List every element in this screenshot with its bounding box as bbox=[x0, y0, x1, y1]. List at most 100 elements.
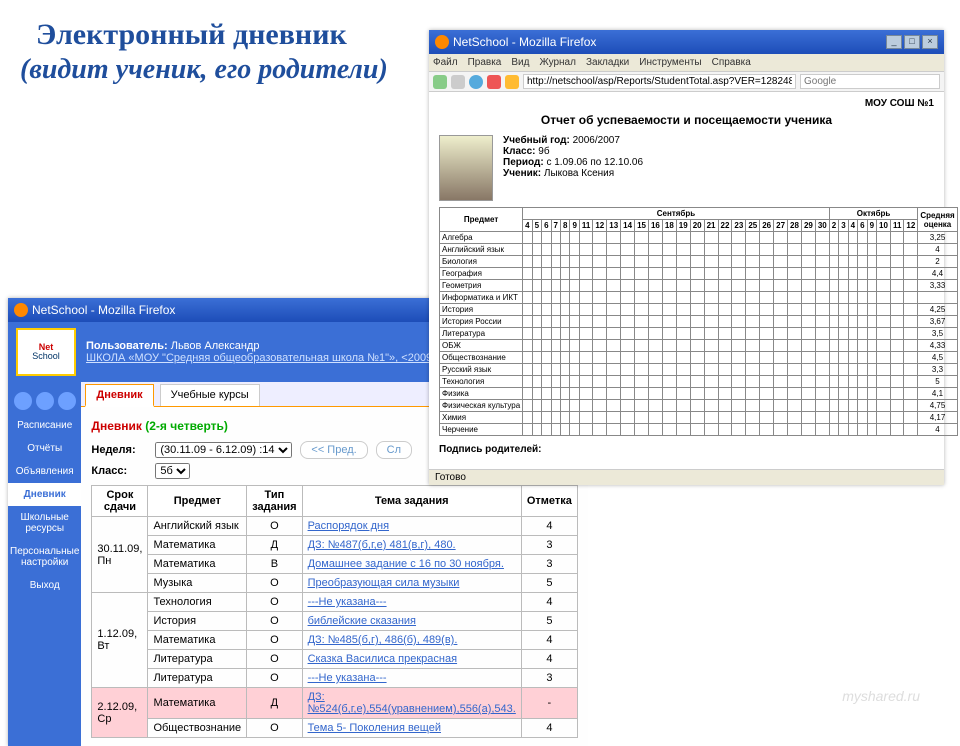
grade-cell bbox=[815, 340, 829, 352]
grade-cell bbox=[662, 412, 676, 424]
mark-cell: 3 bbox=[521, 669, 577, 688]
grade-cell bbox=[676, 352, 690, 364]
topic-link[interactable]: Распорядок дня bbox=[302, 517, 521, 536]
grade-cell bbox=[890, 340, 903, 352]
grade-cell bbox=[704, 388, 718, 400]
grade-cell bbox=[621, 292, 635, 304]
grade-cell bbox=[579, 304, 592, 316]
menu-item[interactable]: Журнал bbox=[539, 57, 576, 68]
menu-item[interactable]: Файл bbox=[433, 57, 458, 68]
menu-item[interactable]: Закладки bbox=[586, 57, 629, 68]
mail-icon[interactable] bbox=[14, 392, 32, 410]
user-info: Пользователь: Львов Александр ШКОЛА «МОУ… bbox=[86, 340, 466, 364]
grade-cell bbox=[635, 304, 649, 316]
stop-icon[interactable] bbox=[487, 75, 501, 89]
topic-link[interactable]: Сказка Василиса прекрасная bbox=[302, 650, 521, 669]
tab-courses[interactable]: Учебные курсы bbox=[160, 384, 260, 406]
grade-cell bbox=[570, 292, 579, 304]
slide-title: Электронный дневник bbox=[36, 18, 347, 52]
grade-cell bbox=[801, 280, 815, 292]
grade-cell bbox=[829, 388, 838, 400]
menu-item[interactable]: Вид bbox=[511, 57, 529, 68]
sidebar-item[interactable]: Расписание bbox=[8, 414, 81, 437]
sidebar-item[interactable]: Персональные настройки bbox=[8, 540, 81, 574]
grade-cell bbox=[676, 268, 690, 280]
grade-cell bbox=[635, 364, 649, 376]
minimize-button[interactable]: _ bbox=[886, 35, 902, 49]
topic-link[interactable]: ДЗ: №487(б,г,е) 481(в,г), 480. bbox=[302, 536, 521, 555]
grade-cell bbox=[760, 328, 774, 340]
grade-cell bbox=[877, 316, 891, 328]
topic-link[interactable]: ДЗ: №524(б,г,е),554(уравнением),556(а),5… bbox=[302, 688, 521, 719]
grade-cell bbox=[560, 376, 569, 388]
grade-cell bbox=[839, 244, 848, 256]
grade-cell bbox=[815, 400, 829, 412]
grade-cell bbox=[746, 352, 760, 364]
week-select[interactable]: (30.11.09 - 6.12.09) :14 bbox=[155, 442, 292, 458]
col-header: Отметка bbox=[521, 486, 577, 517]
grade-cell bbox=[570, 400, 579, 412]
grade-cell bbox=[560, 400, 569, 412]
diary-table: Срок сдачиПредметТип заданияТема задания… bbox=[91, 485, 578, 738]
topic-link[interactable]: ---Не указана--- bbox=[302, 669, 521, 688]
topic-link[interactable]: Домашнее задание с 16 по 30 ноября. bbox=[302, 555, 521, 574]
topic-link[interactable]: ---Не указана--- bbox=[302, 593, 521, 612]
grade-cell bbox=[532, 412, 541, 424]
tab-diary[interactable]: Дневник bbox=[85, 384, 153, 407]
sidebar-item[interactable]: Школьные ресурсы bbox=[8, 506, 81, 540]
grade-cell bbox=[523, 292, 532, 304]
day-header: 11 bbox=[890, 220, 903, 232]
grade-cell bbox=[788, 400, 802, 412]
topic-link[interactable]: Преобразующая сила музыки bbox=[302, 574, 521, 593]
col-month1: Сентябрь bbox=[523, 208, 830, 220]
subject-cell: Математика bbox=[148, 555, 247, 574]
sidebar-item[interactable]: Дневник bbox=[8, 483, 81, 506]
grade-cell bbox=[593, 292, 607, 304]
class-select[interactable]: 5б bbox=[155, 463, 190, 479]
grade-cell bbox=[560, 280, 569, 292]
sidebar-item[interactable]: Выход bbox=[8, 574, 81, 597]
grade-cell bbox=[877, 364, 891, 376]
grade-cell bbox=[858, 304, 867, 316]
grade-cell bbox=[829, 316, 838, 328]
grade-cell bbox=[560, 316, 569, 328]
grade-cell bbox=[746, 268, 760, 280]
grade-cell bbox=[551, 340, 560, 352]
menu-item[interactable]: Правка bbox=[468, 57, 502, 68]
col-header: Срок сдачи bbox=[92, 486, 148, 517]
url-input[interactable] bbox=[523, 74, 796, 89]
grade-cell bbox=[570, 364, 579, 376]
grade-cell bbox=[621, 376, 635, 388]
grade-cell bbox=[890, 400, 903, 412]
grade-row: Физическая культура4,75 bbox=[440, 400, 958, 412]
sidebar-item[interactable]: Объявления bbox=[8, 460, 81, 483]
sidebar-item[interactable]: Отчёты bbox=[8, 437, 81, 460]
grade-cell bbox=[621, 340, 635, 352]
user-icon[interactable] bbox=[36, 392, 54, 410]
grade-cell bbox=[579, 340, 592, 352]
grade-cell bbox=[532, 280, 541, 292]
grade-cell bbox=[593, 316, 607, 328]
search-input[interactable] bbox=[800, 74, 940, 89]
close-button[interactable]: × bbox=[922, 35, 938, 49]
help-icon[interactable] bbox=[58, 392, 76, 410]
menu-item[interactable]: Справка bbox=[712, 57, 751, 68]
grade-cell bbox=[570, 412, 579, 424]
grade-cell bbox=[718, 328, 732, 340]
next-button[interactable]: Сл bbox=[376, 441, 412, 459]
grade-cell bbox=[815, 244, 829, 256]
home-icon[interactable] bbox=[505, 75, 519, 89]
topic-link[interactable]: библейские сказания bbox=[302, 612, 521, 631]
maximize-button[interactable]: □ bbox=[904, 35, 920, 49]
reload-icon[interactable] bbox=[469, 75, 483, 89]
forward-icon[interactable] bbox=[451, 75, 465, 89]
menu-item[interactable]: Инструменты bbox=[639, 57, 701, 68]
topic-link[interactable]: ДЗ: №485(б,г), 486(б), 489(в). bbox=[302, 631, 521, 650]
topic-link[interactable]: Тема 5- Поколения вещей bbox=[302, 719, 521, 738]
grade-cell bbox=[607, 328, 621, 340]
back-icon[interactable] bbox=[433, 75, 447, 89]
grade-cell bbox=[801, 352, 815, 364]
prev-button[interactable]: << Пред. bbox=[300, 441, 367, 459]
school-link[interactable]: ШКОЛА «МОУ "Средняя общеобразовательная … bbox=[86, 352, 466, 364]
subject-cell: Английский язык bbox=[148, 517, 247, 536]
